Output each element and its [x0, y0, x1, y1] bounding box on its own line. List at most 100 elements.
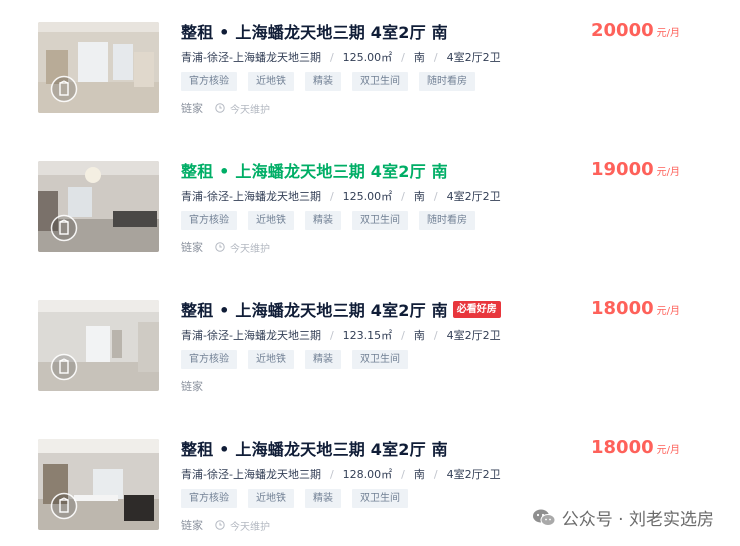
separator: / — [433, 328, 438, 342]
listing-tag: 随时看房 — [419, 72, 475, 91]
listing-desc-item: 南 — [413, 329, 425, 342]
separator: / — [329, 467, 334, 481]
listing-desc-item: 4室2厅2卫 — [446, 468, 501, 481]
listing-desc-item[interactable]: 青浦-徐泾-上海蟠龙天地三期 — [181, 49, 321, 65]
separator: / — [433, 189, 438, 203]
listing-tag: 随时看房 — [419, 211, 475, 230]
listing-desc-item[interactable]: 青浦-徐泾-上海蟠龙天地三期 — [181, 466, 321, 482]
watermark: 公众号 · 刘老实选房 — [532, 505, 714, 530]
separator: / — [401, 467, 405, 481]
listing-thumbnail[interactable] — [38, 300, 159, 391]
listing-title[interactable]: 整租 • 上海蟠龙天地三期 4室2厅 南 — [181, 297, 448, 321]
listing-desc-item: 128.00㎡ — [342, 468, 393, 481]
listing-description: 青浦-徐泾-上海蟠龙天地三期 / 123.15㎡ / 南 / 4室2厅2卫 — [181, 327, 501, 343]
listing-title[interactable]: 整租 • 上海蟠龙天地三期 4室2厅 南 — [181, 158, 448, 182]
vr-360-icon — [50, 353, 78, 381]
listing-desc-item[interactable]: 青浦-徐泾-上海蟠龙天地三期 — [181, 327, 321, 343]
separator: / — [401, 50, 405, 64]
listing-title[interactable]: 整租 • 上海蟠龙天地三期 4室2厅 南 — [181, 436, 448, 460]
vr-360-icon — [50, 492, 78, 520]
listing-desc-item: 123.15㎡ — [342, 329, 393, 342]
clock-icon — [215, 520, 225, 530]
listing-thumbnail[interactable] — [38, 439, 159, 530]
listing-desc-item: 4室2厅2卫 — [446, 190, 501, 203]
listing-tag: 近地铁 — [248, 211, 294, 230]
listing-tag: 精装 — [305, 350, 341, 369]
vr-360-icon — [50, 214, 78, 242]
listing-meta: 链家 今天维护 — [181, 100, 270, 116]
wechat-icon — [532, 509, 556, 526]
listing-tag: 双卫生间 — [352, 211, 408, 230]
must-see-badge: 必看好房 — [452, 300, 501, 318]
listing-tag: 双卫生间 — [352, 489, 408, 508]
listing-tags: 官方核验 近地铁 精装 双卫生间 随时看房 — [181, 211, 486, 230]
listing-desc-item[interactable]: 青浦-徐泾-上海蟠龙天地三期 — [181, 188, 321, 204]
listing-title-row: 整租 • 上海蟠龙天地三期 4室2厅 南必看好房 — [181, 298, 501, 320]
separator: / — [401, 189, 405, 203]
listing-desc-item: 南 — [413, 190, 425, 203]
listing-price: 18000 元/月 — [591, 298, 680, 319]
listing-meta: 链家 今天维护 — [181, 517, 270, 533]
brand-label: 链家 — [181, 241, 203, 254]
separator: / — [433, 467, 438, 481]
listing-tags: 官方核验 近地铁 精装 双卫生间 随时看房 — [181, 72, 486, 91]
listing-tag: 官方核验 — [181, 72, 237, 91]
listing-tag: 近地铁 — [248, 350, 294, 369]
listing-meta: 链家 今天维护 — [181, 239, 270, 255]
listing-tag: 官方核验 — [181, 211, 237, 230]
listing-thumbnail[interactable] — [38, 22, 159, 113]
listing-item[interactable]: 整租 • 上海蟠龙天地三期 4室2厅 南青浦-徐泾-上海蟠龙天地三期 / 125.0… — [0, 0, 740, 140]
listing-description: 青浦-徐泾-上海蟠龙天地三期 / 128.00㎡ / 南 / 4室2厅2卫 — [181, 466, 501, 482]
listing-title-row: 整租 • 上海蟠龙天地三期 4室2厅 南 — [181, 20, 448, 42]
listing-tags: 官方核验 近地铁 精装 双卫生间 — [181, 350, 419, 369]
separator: / — [329, 328, 334, 342]
price-unit: 元/月 — [656, 167, 680, 178]
listing-tag: 官方核验 — [181, 489, 237, 508]
watermark-text: 公众号 · 刘老实选房 — [561, 510, 714, 530]
listing-tag: 双卫生间 — [352, 72, 408, 91]
price-value: 19000 — [591, 159, 654, 180]
listing-desc-item: 125.00㎡ — [342, 190, 393, 203]
listing-price: 19000 元/月 — [591, 159, 680, 180]
listing-tag: 精装 — [305, 211, 341, 230]
price-unit: 元/月 — [656, 306, 680, 317]
clock-icon — [215, 242, 225, 252]
separator: / — [329, 189, 334, 203]
listing-tag: 精装 — [305, 72, 341, 91]
listing-title-row: 整租 • 上海蟠龙天地三期 4室2厅 南 — [181, 159, 448, 181]
vr-360-icon — [50, 75, 78, 103]
maintenance-time: 今天维护 — [230, 104, 270, 116]
listing-tag: 官方核验 — [181, 350, 237, 369]
price-unit: 元/月 — [656, 445, 680, 456]
listing-meta: 链家 — [181, 378, 215, 394]
listing-tag: 双卫生间 — [352, 350, 408, 369]
maintenance-time: 今天维护 — [230, 243, 270, 255]
listing-price: 18000 元/月 — [591, 437, 680, 458]
listing-tag: 近地铁 — [248, 489, 294, 508]
listing-tag: 精装 — [305, 489, 341, 508]
price-value: 18000 — [591, 298, 654, 319]
listing-description: 青浦-徐泾-上海蟠龙天地三期 / 125.00㎡ / 南 / 4室2厅2卫 — [181, 49, 501, 65]
listing-desc-item: 4室2厅2卫 — [446, 329, 501, 342]
separator: / — [433, 50, 438, 64]
listing-title-row: 整租 • 上海蟠龙天地三期 4室2厅 南 — [181, 437, 448, 459]
listing-thumbnail[interactable] — [38, 161, 159, 252]
clock-icon — [215, 103, 225, 113]
listing-price: 20000 元/月 — [591, 20, 680, 41]
listing-description: 青浦-徐泾-上海蟠龙天地三期 / 125.00㎡ / 南 / 4室2厅2卫 — [181, 188, 501, 204]
brand-label: 链家 — [181, 380, 203, 393]
brand-label: 链家 — [181, 102, 203, 115]
listing-tag: 近地铁 — [248, 72, 294, 91]
price-unit: 元/月 — [656, 28, 680, 39]
listing-desc-item: 4室2厅2卫 — [446, 51, 501, 64]
listing-desc-item: 南 — [413, 51, 425, 64]
separator: / — [329, 50, 334, 64]
listing-title[interactable]: 整租 • 上海蟠龙天地三期 4室2厅 南 — [181, 19, 448, 43]
listing-item[interactable]: 整租 • 上海蟠龙天地三期 4室2厅 南青浦-徐泾-上海蟠龙天地三期 / 125.0… — [0, 139, 740, 279]
price-value: 20000 — [591, 20, 654, 41]
listing-desc-item: 125.00㎡ — [342, 51, 393, 64]
listing-item[interactable]: 整租 • 上海蟠龙天地三期 4室2厅 南必看好房青浦-徐泾-上海蟠龙天地三期 / 1… — [0, 278, 740, 418]
brand-label: 链家 — [181, 519, 203, 532]
listing-tags: 官方核验 近地铁 精装 双卫生间 — [181, 489, 419, 508]
listing-desc-item: 南 — [413, 468, 425, 481]
